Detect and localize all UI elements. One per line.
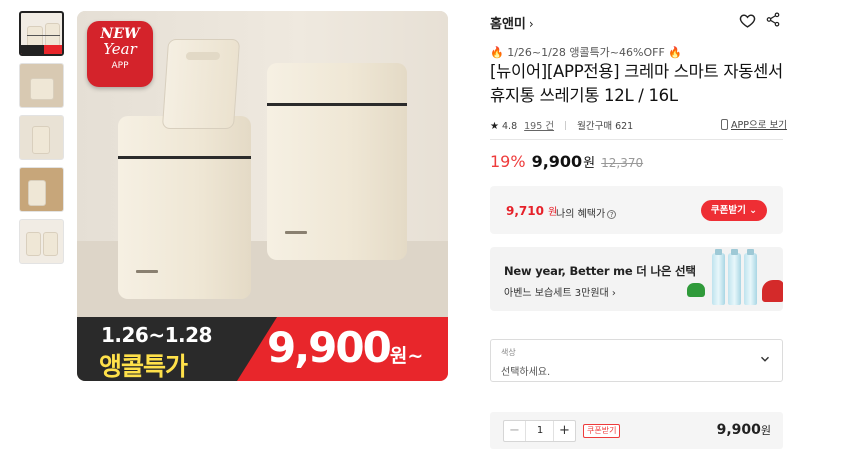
badge-line-3: APP xyxy=(111,61,129,71)
divider xyxy=(490,139,783,140)
bottle-image xyxy=(744,249,757,305)
star-icon: ★ xyxy=(490,121,499,132)
coupon-price-box: 9,710 원 나의 혜택가? 쿠폰받기 ⌄ xyxy=(490,186,783,234)
coupon-tag-button[interactable]: 쿠폰받기 xyxy=(583,424,621,438)
divider xyxy=(565,121,567,130)
total-price: 9,900원 xyxy=(717,422,771,438)
quantity-plus-button[interactable]: + xyxy=(553,421,575,441)
bin-band xyxy=(118,156,251,159)
bin-logo xyxy=(136,270,158,273)
thumbnail-4[interactable] xyxy=(19,167,64,212)
get-coupon-label: 쿠폰받기 xyxy=(710,205,746,216)
badge-line-1: NEW xyxy=(100,26,140,42)
price-unit: 원 xyxy=(583,156,596,171)
trash-bin-lid xyxy=(161,39,241,129)
lid-opening xyxy=(185,52,221,60)
trash-bin-closed xyxy=(267,63,407,260)
share-icon[interactable] xyxy=(765,11,781,28)
thumbnail-1[interactable] xyxy=(19,11,64,56)
original-price: 12,370 xyxy=(601,156,644,170)
rating-value: 4.8 xyxy=(502,121,518,132)
total-price-unit: 원 xyxy=(760,424,771,437)
help-icon[interactable]: ? xyxy=(607,210,617,219)
promo-text: 1/26~1/28 앵콜특가~46%OFF xyxy=(503,46,669,59)
option-label: 색상 xyxy=(501,348,516,357)
promo-event: 앵콜특가 xyxy=(99,352,188,381)
thumbnail-2[interactable] xyxy=(19,63,64,108)
bottle-image xyxy=(712,249,725,305)
phone-icon xyxy=(721,119,728,130)
fire-icon: 🔥 xyxy=(668,46,682,59)
quantity-value[interactable]: 1 xyxy=(526,421,554,441)
thumbnail-3[interactable] xyxy=(19,115,64,160)
promo-price-unit: 원~ xyxy=(389,345,424,367)
sale-price: 9,900 xyxy=(531,152,583,171)
thumb-bin-shape xyxy=(28,180,46,206)
promo-price: 9,900원~ xyxy=(267,323,423,372)
bottle-image xyxy=(728,249,741,305)
thumb-bin-shape xyxy=(26,232,41,256)
thumbnail-list xyxy=(19,11,64,271)
badge-line-2: Year xyxy=(103,40,137,58)
chevron-down-icon: ⌄ xyxy=(749,205,758,216)
thumb-bin-shape xyxy=(32,126,50,154)
ad-banner[interactable]: New year, Better me 더 나은 선택 아벤느 보습세트 3만원… xyxy=(490,247,783,311)
banner-subtitle: 아벤느 보습세트 3만원대 › xyxy=(504,288,616,299)
chevron-down-icon xyxy=(760,356,770,362)
total-price-value: 9,900 xyxy=(716,422,761,438)
bin-logo xyxy=(285,231,307,234)
banner-title: New year, Better me 더 나은 선택 xyxy=(504,264,696,278)
product-meta: ★ 4.8 195 건 월간구매 621 xyxy=(490,118,633,132)
fire-icon: 🔥 xyxy=(490,46,504,59)
hero-promo-banner: 1.26~1.28 앵콜특가 9,900원~ xyxy=(77,317,448,381)
promo-line: 🔥 1/26~1/28 앵콜특가~46%OFF 🔥 xyxy=(490,44,682,60)
app-view-link[interactable]: APP으로 보기 xyxy=(721,117,787,131)
option-placeholder: 선택하세요. xyxy=(501,367,551,378)
benefit-label: 나의 혜택가? xyxy=(556,205,617,220)
thumb-band xyxy=(27,35,60,36)
red-figure-image xyxy=(762,280,783,302)
promo-price-value: 9,900 xyxy=(267,323,392,372)
coupon-price-value: 9,710 xyxy=(506,204,544,218)
heart-icon[interactable] xyxy=(739,12,756,29)
coupon-price: 9,710 원 xyxy=(506,203,557,218)
product-title: [뉴이어][APP전용] 크레마 스마트 자동센서 휴지통 쓰레기통 12L /… xyxy=(490,62,783,105)
promo-dates: 1.26~1.28 xyxy=(101,323,212,347)
main-product-image[interactable]: NEW Year APP 1.26~1.28 앵콜특가 9,900원~ xyxy=(77,11,448,381)
review-count-link[interactable]: 195 건 xyxy=(524,121,554,132)
quantity-row: − 1 + 쿠폰받기 9,900원 xyxy=(490,412,783,449)
monthly-sales: 월간구매 621 xyxy=(577,121,634,132)
get-coupon-button[interactable]: 쿠폰받기 ⌄ xyxy=(701,200,767,221)
thumb-bin-shape xyxy=(30,78,54,100)
quantity-stepper: − 1 + xyxy=(503,420,576,442)
thumb-promo-strip-dark xyxy=(21,45,44,54)
price-row: 19% 9,900원 12,370 xyxy=(490,152,643,171)
trash-bin-open xyxy=(118,116,251,299)
new-year-app-badge: NEW Year APP xyxy=(87,21,153,87)
thumbnail-5[interactable] xyxy=(19,219,64,264)
color-option-select[interactable]: 색상 선택하세요. xyxy=(490,339,783,382)
app-view-label: APP으로 보기 xyxy=(731,120,787,131)
chevron-right-icon: › xyxy=(528,17,534,31)
discount-rate: 19% xyxy=(490,152,526,171)
thumb-bin-shape xyxy=(43,232,58,256)
bin-band xyxy=(267,103,407,106)
green-figure-image xyxy=(687,283,705,297)
shop-link[interactable]: 홈앤미 › xyxy=(490,13,534,32)
shop-name: 홈앤미 xyxy=(490,17,526,32)
quantity-minus-button[interactable]: − xyxy=(504,421,526,441)
benefit-label-text: 나의 혜택가 xyxy=(556,209,606,220)
